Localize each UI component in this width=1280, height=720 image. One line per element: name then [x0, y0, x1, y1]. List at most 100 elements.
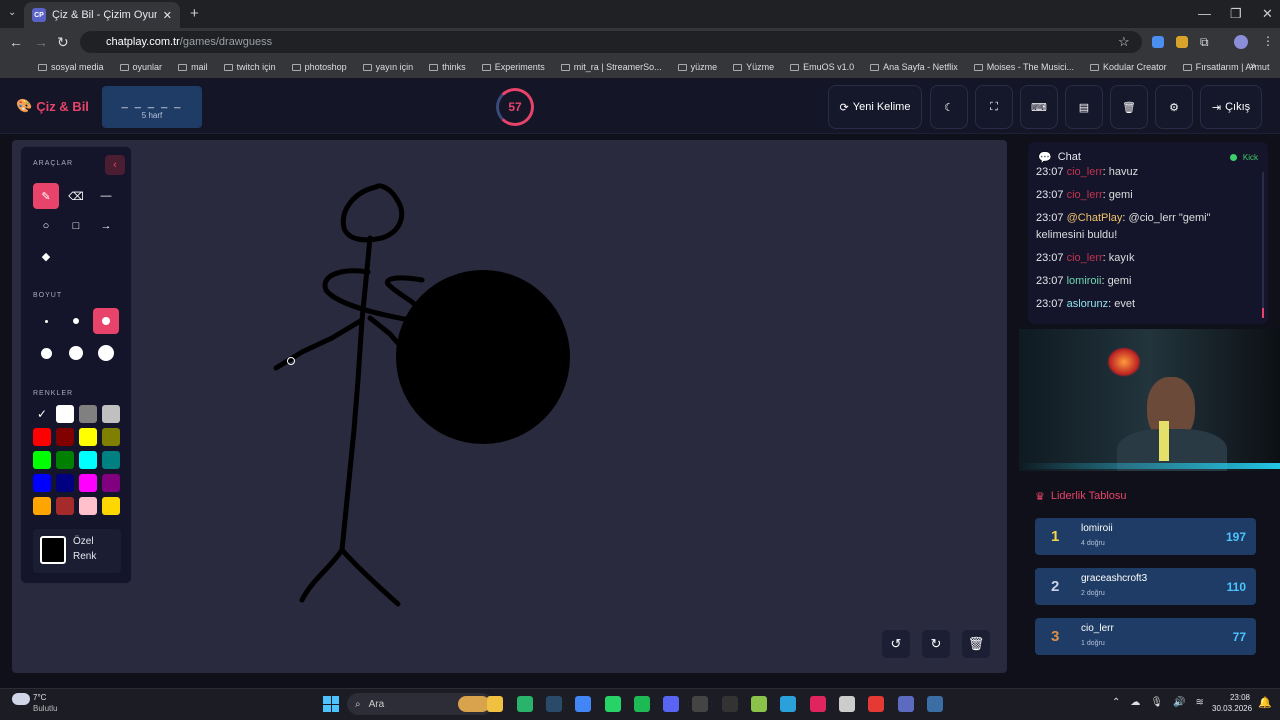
collapse-panel-button[interactable]: ‹ — [105, 155, 125, 175]
network-app-icon[interactable] — [897, 696, 914, 712]
color-swatch[interactable] — [79, 451, 97, 469]
size-option-5[interactable] — [63, 340, 89, 366]
color-swatch[interactable] — [79, 497, 97, 515]
extensions-puzzle-icon[interactable]: ⧉ — [1200, 35, 1209, 50]
color-swatch[interactable] — [33, 497, 51, 515]
chrome-icon[interactable] — [575, 696, 592, 712]
arrow-tool-button[interactable]: → — [93, 213, 119, 239]
archive-button[interactable]: ▤ — [1065, 85, 1103, 129]
clock[interactable]: 23:08 30.03.2026 — [1212, 693, 1252, 713]
start-icon[interactable] — [323, 696, 339, 712]
bookmark-item[interactable]: twitch için — [223, 62, 276, 72]
settings-button[interactable]: ⚙ — [1155, 85, 1193, 129]
color-swatch[interactable] — [56, 497, 74, 515]
url-input[interactable]: chatplay.com.tr/games/drawguess — [80, 31, 1142, 53]
color-swatch[interactable] — [56, 428, 74, 446]
maximize-icon[interactable]: ❐ — [1230, 6, 1242, 22]
extension-icon[interactable] — [1176, 36, 1188, 48]
wifi-icon[interactable]: ≋ — [1196, 697, 1204, 708]
weather-temp[interactable]: 7°C — [33, 693, 46, 702]
brush-tool-button[interactable]: ✎ — [33, 183, 59, 209]
keyboard-button[interactable]: ⌨ — [1020, 85, 1058, 129]
undo-button[interactable]: ↺ — [882, 630, 910, 658]
custom-color-button[interactable]: Özel Renk — [33, 529, 121, 573]
weather-desc[interactable]: Bulutlu — [33, 704, 57, 713]
burger-app-icon[interactable] — [458, 696, 490, 712]
bookmark-item[interactable]: sosyal media — [38, 62, 104, 72]
reload-icon[interactable]: ↻ — [57, 34, 69, 51]
cloud-icon[interactable]: ☁ — [1130, 697, 1140, 708]
color-swatch[interactable] — [79, 405, 97, 423]
color-swatch[interactable] — [56, 405, 74, 423]
chat-scrollbar[interactable] — [1262, 172, 1264, 318]
bookmark-item[interactable]: EmuOS v1.0 — [790, 62, 854, 72]
clear-canvas-button[interactable]: 🗑 — [962, 630, 990, 658]
color-swatch[interactable] — [79, 474, 97, 492]
color-swatch[interactable] — [102, 405, 120, 423]
fill-tool-button[interactable]: ◆ — [33, 243, 59, 269]
profile-avatar[interactable] — [1234, 35, 1248, 49]
message-user[interactable]: cio_lerr — [1067, 166, 1103, 178]
telegram-icon[interactable] — [780, 696, 797, 712]
message-user[interactable]: lomiroii — [1067, 275, 1102, 287]
epic-games-icon[interactable] — [721, 696, 738, 712]
bookmark-item[interactable]: Yüzme — [733, 62, 774, 72]
capcut-icon[interactable] — [692, 696, 709, 712]
back-icon[interactable]: ← — [9, 34, 23, 50]
bookmark-item[interactable]: mit_ra | StreamerSo... — [560, 62, 662, 72]
size-option-1[interactable] — [33, 308, 59, 334]
bookmark-item[interactable]: yayın için — [362, 62, 413, 72]
steam-icon[interactable] — [545, 696, 562, 712]
exit-button[interactable]: ⇥ Çıkış — [1200, 85, 1262, 129]
color-swatch[interactable] — [102, 497, 120, 515]
tiktok-icon[interactable] — [809, 696, 826, 712]
redo-button[interactable]: ↻ — [922, 630, 950, 658]
bluestacks-icon[interactable] — [751, 696, 767, 712]
bookmark-item[interactable]: oyunlar — [119, 62, 162, 72]
minimize-icon[interactable]: — — [1198, 6, 1211, 21]
size-option-6[interactable] — [93, 340, 119, 366]
weather-icon[interactable] — [12, 693, 30, 705]
chat-message-list[interactable]: 23:07 cio_lerr: havuz 23:07 cio_lerr: gem… — [1028, 164, 1268, 313]
bookmark-item[interactable]: Fırsatlarım | Armut — [1182, 62, 1269, 72]
rectangle-tool-button[interactable]: □ — [63, 213, 89, 239]
color-swatch[interactable] — [56, 451, 74, 469]
file-explorer-icon[interactable] — [487, 696, 504, 712]
bookmark-item[interactable]: photoshop — [291, 62, 347, 72]
new-word-button[interactable]: ⟳ Yeni Kelime — [828, 85, 922, 129]
color-swatch[interactable] — [102, 428, 120, 446]
color-swatch[interactable] — [33, 451, 51, 469]
extension-icon[interactable] — [1152, 36, 1164, 48]
new-tab-icon[interactable]: + — [190, 5, 199, 22]
notifications-icon[interactable]: 🔔 — [1258, 696, 1272, 709]
xbox-icon[interactable] — [516, 696, 533, 712]
spotify-icon[interactable] — [633, 696, 650, 712]
app-icon[interactable] — [868, 696, 885, 712]
whatsapp-icon[interactable] — [604, 696, 621, 712]
bookmark-item[interactable]: thinks — [429, 62, 466, 72]
bookmark-item[interactable]: Kodular Creator — [1090, 62, 1167, 72]
menu-kebab-icon[interactable]: ⋮ — [1262, 34, 1274, 48]
system-tray[interactable]: ⌃ ☁ 🎙 🔊 ≋ — [1112, 697, 1204, 708]
eraser-tool-button[interactable]: ⌫ — [63, 183, 89, 209]
line-tool-button[interactable]: — — [93, 183, 119, 209]
size-option-2[interactable] — [63, 308, 89, 334]
speaker-icon[interactable]: 🔊 — [1173, 697, 1185, 708]
more-bookmarks-icon[interactable]: » — [1250, 60, 1256, 72]
color-swatch[interactable] — [102, 451, 120, 469]
browser-tab[interactable]: CP Çiz & Bil - Çizim Oyunu ✕ — [24, 2, 180, 28]
bookmark-item[interactable]: yüzme — [677, 62, 717, 72]
bookmark-item[interactable]: Ana Sayfa - Netflix — [870, 62, 958, 72]
bookmark-item[interactable]: mail — [178, 62, 208, 72]
message-user[interactable]: cio_lerr — [1067, 252, 1103, 264]
color-swatch[interactable] — [56, 474, 74, 492]
circle-tool-button[interactable]: ○ — [33, 213, 59, 239]
color-swatch[interactable] — [79, 428, 97, 446]
color-swatch[interactable] — [33, 474, 51, 492]
discord-icon[interactable] — [663, 696, 680, 712]
delete-button[interactable]: 🗑 — [1110, 85, 1148, 129]
message-user[interactable]: @ChatPlay — [1067, 212, 1123, 224]
fullscreen-button[interactable]: ⛶ — [975, 85, 1013, 129]
logo[interactable]: 🎨 Çiz & Bil — [16, 98, 89, 114]
message-user[interactable]: cio_lerr — [1067, 189, 1103, 201]
